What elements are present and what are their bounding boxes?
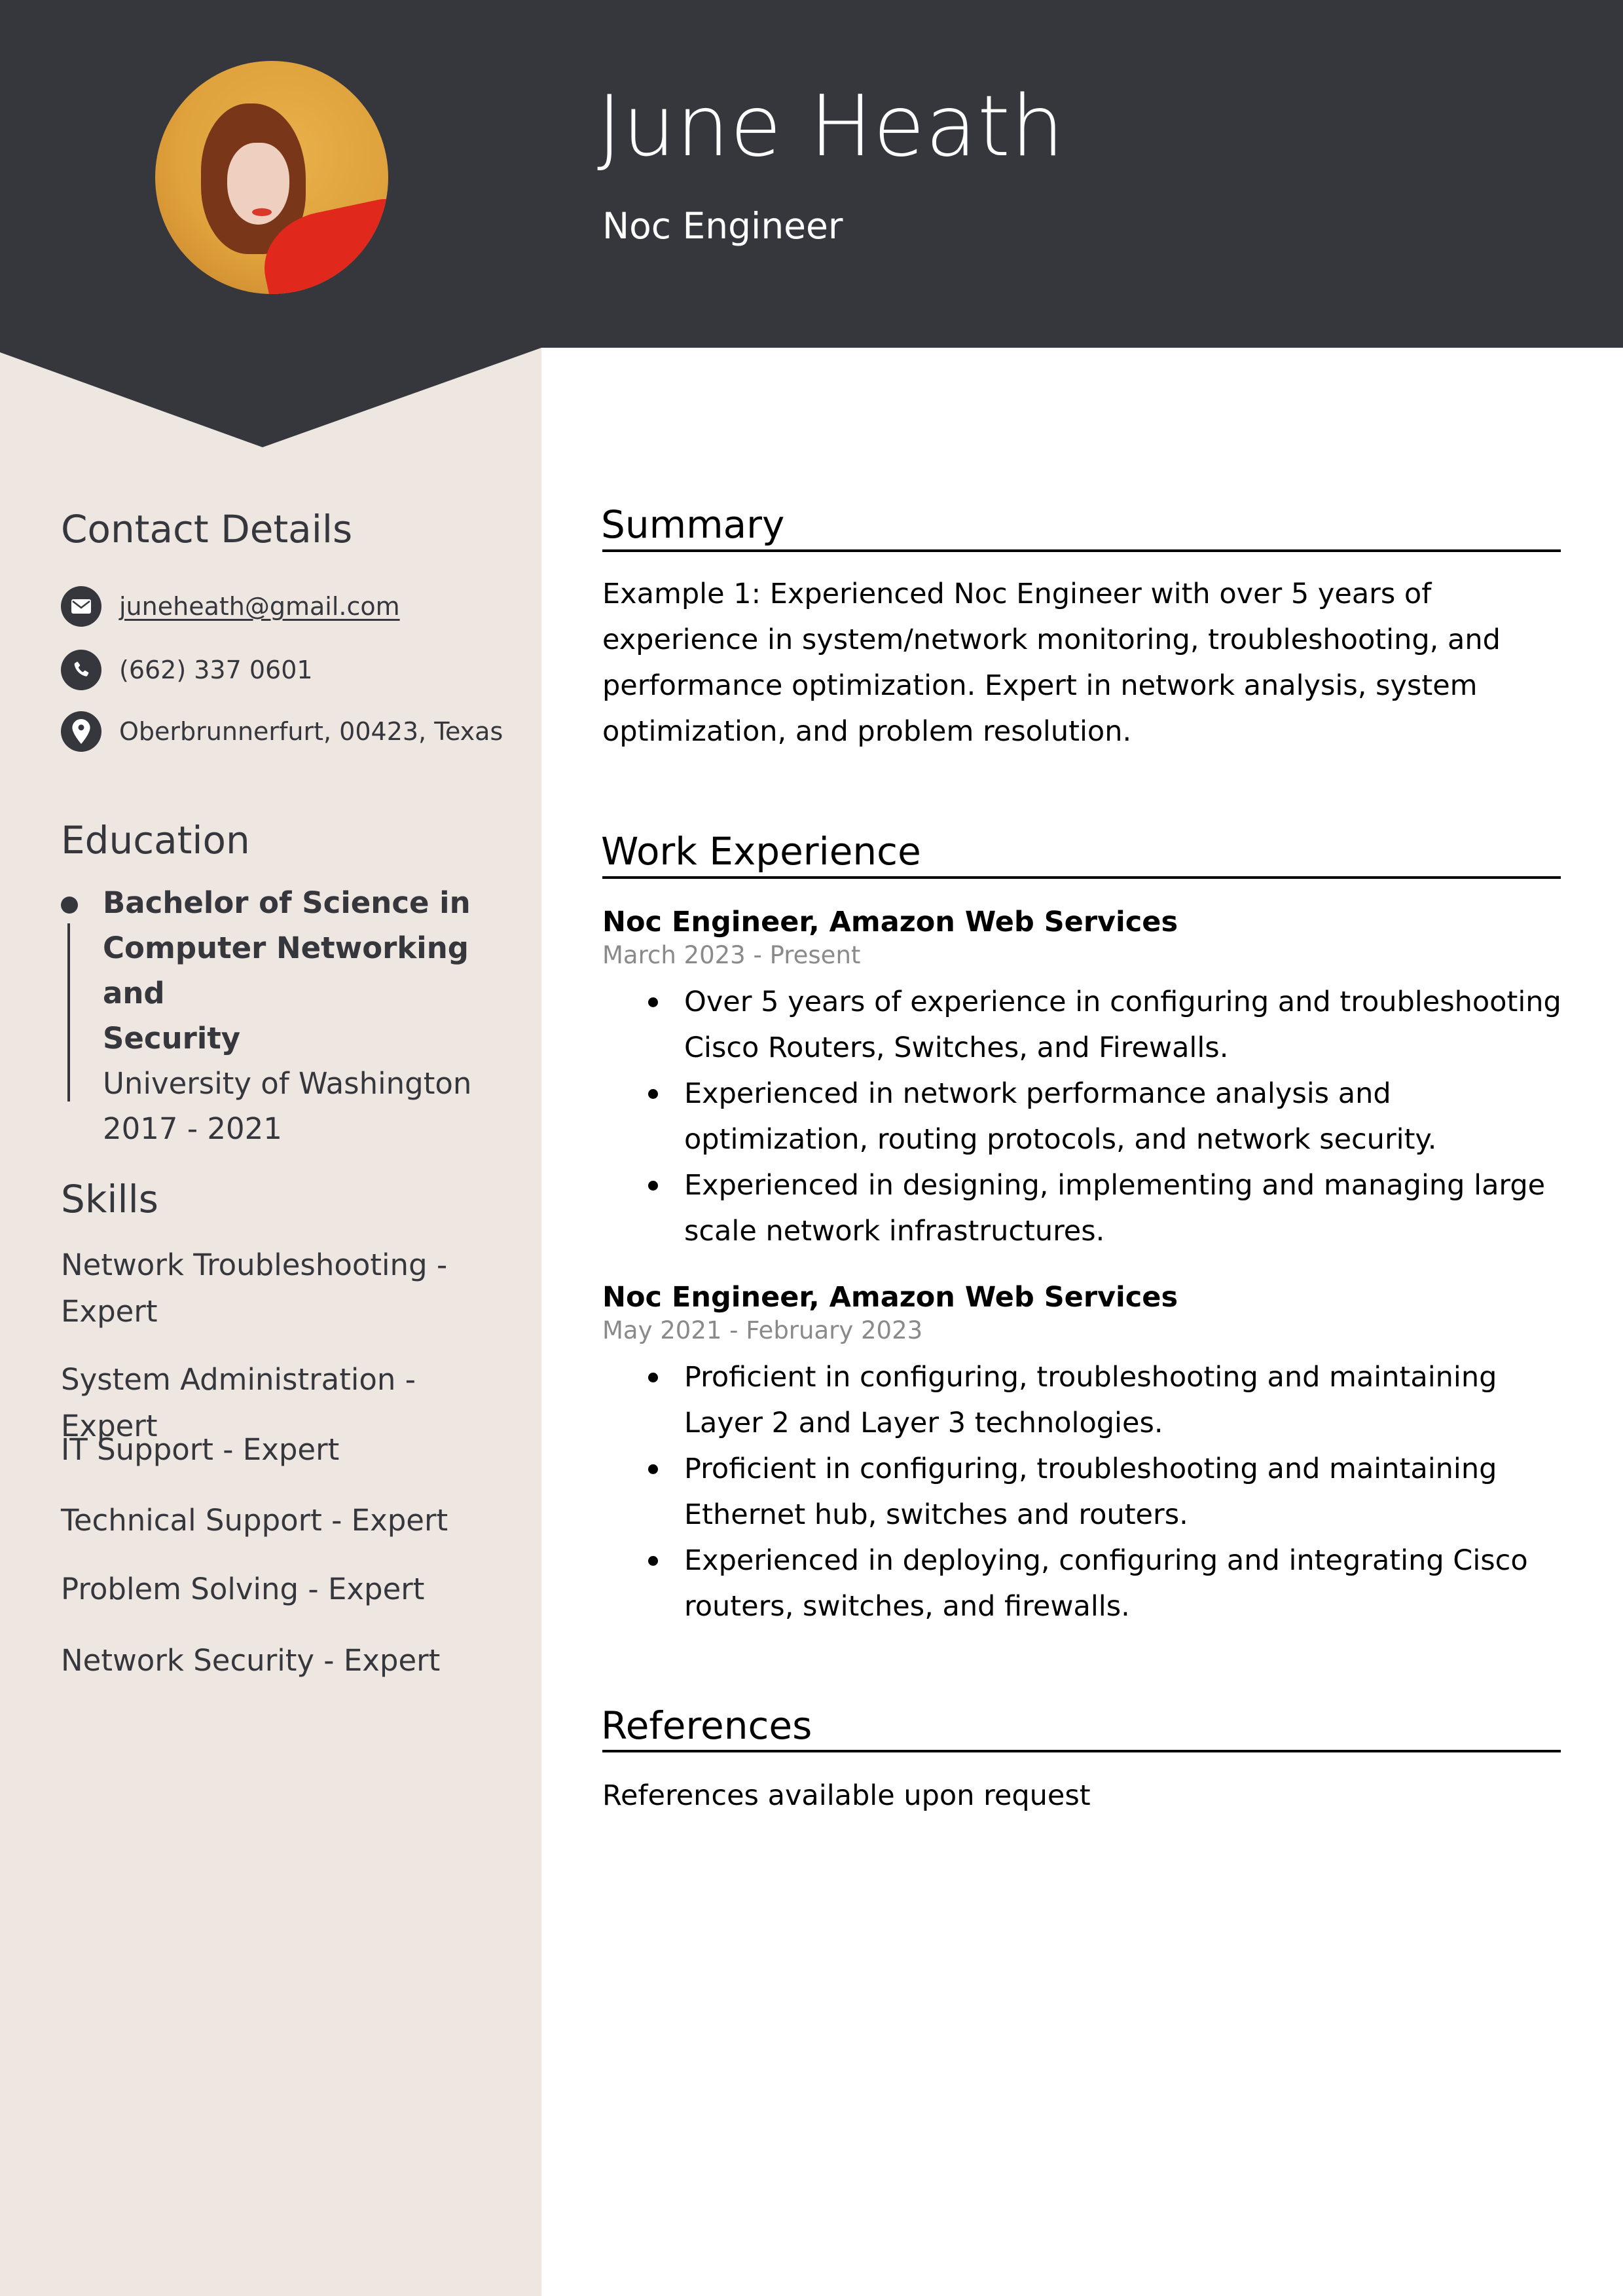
skills-heading: Skills: [61, 1177, 158, 1221]
job-dates: May 2021 - February 2023: [602, 1316, 923, 1344]
education-heading: Education: [61, 818, 250, 862]
bullet-text: Proficient in configuring, troubleshooti…: [684, 1453, 1497, 1531]
contact-heading: Contact Details: [61, 507, 353, 551]
skill-item: Problem Solving - Expert: [61, 1572, 425, 1606]
job-role: Noc Engineer, Amazon Web Services: [602, 1281, 1178, 1314]
bullet-text: Experienced in designing, implementing a…: [684, 1169, 1546, 1248]
work-experience-heading: Work Experience: [601, 829, 921, 874]
references-heading: References: [601, 1703, 812, 1748]
contact-address: Oberbrunnerfurt, 00423, Texas: [61, 711, 503, 752]
skill-item: Network Security - Expert: [61, 1643, 441, 1678]
email-link[interactable]: juneheath@gmail.com: [119, 592, 400, 621]
bullet-icon: [648, 1181, 658, 1191]
work-experience-divider: [602, 876, 1561, 879]
job-bullet: Experienced in deploying, configuring an…: [602, 1538, 1565, 1629]
bullet-text: Experienced in deploying, configuring an…: [684, 1544, 1528, 1623]
header-chevron: [0, 347, 541, 447]
skill-item: Technical Support - Expert: [61, 1503, 448, 1538]
education-degree-line: Computer Networking and: [103, 931, 469, 1010]
map-pin-icon: [61, 711, 101, 752]
references-text: References available upon request: [602, 1779, 1091, 1812]
timeline-dot: [61, 897, 78, 914]
skill-item: Network Troubleshooting - Expert: [61, 1248, 448, 1329]
education-years: 2017 - 2021: [103, 1111, 282, 1146]
candidate-name: June Heath: [597, 78, 1065, 176]
job-role: Noc Engineer, Amazon Web Services: [602, 906, 1178, 938]
job-dates: March 2023 - Present: [602, 941, 861, 969]
bullet-text: Over 5 years of experience in configurin…: [684, 986, 1561, 1064]
bullet-icon: [648, 1373, 658, 1382]
candidate-title: Noc Engineer: [602, 205, 843, 247]
summary-text: Example 1: Experienced Noc Engineer with…: [602, 578, 1501, 748]
job-bullets: Proficient in configuring, troubleshooti…: [602, 1354, 1565, 1629]
job-bullets: Over 5 years of experience in configurin…: [602, 979, 1565, 1254]
bullet-icon: [648, 1464, 658, 1474]
job-bullet: Proficient in configuring, troubleshooti…: [602, 1354, 1565, 1446]
summary-heading: Summary: [601, 502, 785, 547]
bullet-text: Experienced in network performance analy…: [684, 1077, 1437, 1156]
education-entry: Bachelor of Science in Computer Networki…: [103, 880, 496, 1151]
bullet-icon: [648, 997, 658, 1007]
phone-icon: [61, 650, 101, 690]
contact-email[interactable]: juneheath@gmail.com: [61, 586, 400, 627]
job-bullet: Experienced in network performance analy…: [602, 1071, 1565, 1162]
education-school: University of Washington: [103, 1066, 472, 1101]
job-bullet: Over 5 years of experience in configurin…: [602, 979, 1565, 1071]
phone-number: (662) 337 0601: [119, 656, 313, 684]
bullet-text: Proficient in configuring, troubleshooti…: [684, 1361, 1497, 1439]
education-degree-line: Security: [103, 1021, 241, 1056]
job-bullet: Proficient in configuring, troubleshooti…: [602, 1446, 1565, 1538]
timeline-line: [67, 923, 70, 1102]
summary-divider: [602, 549, 1561, 552]
contact-phone: (662) 337 0601: [61, 650, 313, 690]
skill-item: IT Support - Expert: [61, 1432, 340, 1467]
profile-photo: [155, 61, 388, 294]
job-bullet: Experienced in designing, implementing a…: [602, 1162, 1565, 1254]
education-degree-line: Bachelor of Science in: [103, 885, 471, 920]
bullet-icon: [648, 1556, 658, 1566]
envelope-icon: [61, 586, 101, 627]
address-text: Oberbrunnerfurt, 00423, Texas: [119, 717, 503, 746]
references-divider: [602, 1750, 1561, 1752]
photo-lips: [252, 208, 272, 216]
bullet-icon: [648, 1089, 658, 1099]
